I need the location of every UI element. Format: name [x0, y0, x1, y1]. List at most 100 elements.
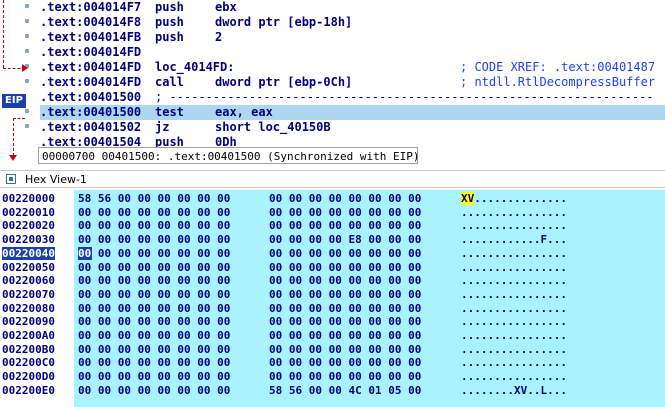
hex-cursor-byte[interactable]: 00 [78, 246, 92, 260]
hex-bytes-low[interactable]: 00 00 00 00 00 00 00 00 [78, 329, 230, 342]
hex-bytes-low[interactable]: 00 00 00 00 00 00 00 00 [78, 261, 230, 274]
ascii-text: ................ [461, 356, 567, 370]
line-operands: dword ptr [ebp-18h] [215, 15, 353, 29]
hex-bytes-low[interactable]: 00 00 00 00 00 00 00 00 [78, 274, 230, 287]
hex-row[interactable]: 002200A0 00 00 00 00 00 00 00 00 00 00 00 … [0, 329, 665, 342]
line-mnemonic: push [155, 0, 184, 14]
hex-row[interactable]: 00220060 00 00 00 00 00 00 00 00 00 00 00 … [0, 274, 665, 287]
hex-ascii[interactable]: ................ [461, 247, 567, 260]
disassembly-line[interactable]: .text:004014FD loc_4014FD: ; CODE XREF: .t… [40, 60, 665, 75]
hex-row[interactable]: 00220090 00 00 00 00 00 00 00 00 00 00 00 … [0, 315, 665, 328]
hex-bytes-low[interactable]: 00 00 00 00 00 00 00 00 [78, 288, 230, 301]
hex-bytes-low[interactable]: 00 00 00 00 00 00 00 00 [78, 384, 230, 397]
hex-ascii[interactable]: ................ [461, 329, 567, 342]
line-address: .text:004014FD [40, 75, 142, 89]
hex-row[interactable]: 00220000 58 56 00 00 00 00 00 00 00 00 00 … [0, 192, 665, 205]
line-marker-dot [25, 79, 29, 83]
hex-bytes-low[interactable]: 00 00 00 00 00 00 00 00 [78, 302, 230, 315]
hex-bytes-low[interactable]: 58 56 00 00 00 00 00 00 [78, 192, 230, 205]
line-operands: short loc_40150B [215, 120, 331, 134]
hex-bytes-high[interactable]: 00 00 00 00 00 00 00 00 [269, 219, 421, 232]
hex-ascii[interactable]: ................ [461, 315, 567, 328]
hex-ascii[interactable]: ................ [461, 356, 567, 369]
disassembly-line[interactable]: .text:004014FD call dword ptr [ebp-0Ch] ; n… [40, 75, 665, 90]
hex-row[interactable]: 002200B0 00 00 00 00 00 00 00 00 00 00 00 … [0, 343, 665, 356]
line-address: .text:004014FB [40, 30, 142, 44]
hex-row[interactable]: 00220030 00 00 00 00 00 00 00 00 00 00 00 … [0, 233, 665, 246]
line-address: .text:00401502 [40, 120, 142, 134]
hex-row-address: 002200B0 [2, 342, 55, 356]
hex-row[interactable]: 002200D0 00 00 00 00 00 00 00 00 00 00 00 … [0, 370, 665, 383]
hex-bytes-high[interactable]: 00 00 00 00 00 00 00 00 [269, 247, 421, 260]
disassembly-line[interactable]: .text:00401502 jz short loc_40150B [40, 120, 665, 135]
line-mnemonic: ; --------------------------------------… [155, 90, 654, 104]
line-comment: ; CODE XREF: .text:00401487 [460, 60, 656, 74]
hex-bytes-high[interactable]: 00 00 00 00 00 00 00 00 [269, 288, 421, 301]
flow-arrow-line [13, 118, 14, 156]
hex-ascii[interactable]: XV.............. [461, 192, 567, 205]
hex-bytes-high[interactable]: 00 00 00 00 00 00 00 00 [269, 192, 421, 205]
hex-ascii[interactable]: ................ [461, 288, 567, 301]
hex-bytes-low[interactable]: 00 00 00 00 00 00 00 00 [78, 343, 230, 356]
hex-bytes-high[interactable]: 00 00 00 00 00 00 00 00 [269, 343, 421, 356]
hex-bytes-high[interactable]: 00 00 00 00 00 00 00 00 [269, 261, 421, 274]
disassembly-view[interactable]: EIP .text:004014F7 push ebx .text:004014F8 p… [0, 0, 665, 168]
disassembly-line[interactable]: .text:00401500 ; ------------------------… [40, 90, 665, 105]
hex-ascii[interactable]: ........XV..L... [461, 384, 567, 397]
hex-view[interactable]: 00220000 58 56 00 00 00 00 00 00 00 00 00 … [0, 190, 665, 407]
ascii-text: .............. [474, 192, 567, 205]
hex-bytes-high[interactable]: 00 00 00 00 00 00 00 00 [269, 356, 421, 369]
hex-ascii[interactable]: ................ [461, 206, 567, 219]
hex-bytes-high[interactable]: 00 00 00 00 00 00 00 00 [269, 206, 421, 219]
hex-bytes-high[interactable]: 00 00 00 00 00 00 00 00 [269, 274, 421, 287]
hex-ascii[interactable]: ............F... [461, 233, 567, 246]
hex-ascii[interactable]: ................ [461, 343, 567, 356]
hex-bytes-low[interactable]: 00 00 00 00 00 00 00 00 [78, 206, 230, 219]
hex-bytes-high[interactable]: 58 56 00 00 4C 01 05 00 [269, 384, 421, 397]
hex-bytes-high[interactable]: 00 00 00 00 E8 00 00 00 [269, 233, 421, 246]
hex-bytes-low[interactable]: 00 00 00 00 00 00 00 00 [78, 370, 230, 383]
hex-bytes-low[interactable]: 00 00 00 00 00 00 00 00 [78, 356, 230, 369]
hex-bytes-low[interactable]: 00 00 00 00 00 00 00 00 [78, 233, 230, 246]
hex-bytes-low[interactable]: 00 00 00 00 00 00 00 00 [78, 247, 230, 260]
hex-row[interactable]: 00220070 00 00 00 00 00 00 00 00 00 00 00 … [0, 288, 665, 301]
line-address: .text:004014F7 [40, 0, 142, 14]
line-operands: dword ptr [ebp-0Ch] [215, 75, 353, 89]
hex-ascii[interactable]: ................ [461, 274, 567, 287]
hex-bytes-low[interactable]: 00 00 00 00 00 00 00 00 [78, 315, 230, 328]
hex-row-address: 00220060 [2, 274, 55, 288]
hex-ascii[interactable]: ................ [461, 370, 567, 383]
hex-view-title: Hex View-1 [25, 173, 87, 186]
disassembly-line-current[interactable]: .text:00401500 test eax, eax [40, 105, 665, 120]
hex-row[interactable]: 00220010 00 00 00 00 00 00 00 00 00 00 00 … [0, 206, 665, 219]
disassembly-gutter[interactable]: EIP [0, 0, 38, 168]
flow-arrow-line [13, 118, 25, 119]
hex-ascii[interactable]: ................ [461, 219, 567, 232]
hex-ascii[interactable]: ................ [461, 261, 567, 274]
hex-view-titlebar[interactable]: Hex View-1 [0, 170, 665, 188]
hex-row[interactable]: 00220050 00 00 00 00 00 00 00 00 00 00 00 … [0, 261, 665, 274]
disassembly-line[interactable]: .text:004014F8 push dword ptr [ebp-18h] [40, 15, 665, 30]
disassembly-line[interactable]: .text:004014FB push 2 [40, 30, 665, 45]
disassembly-line[interactable]: .text:004014F7 push ebx [40, 0, 665, 15]
hex-row[interactable]: 00220040 00 00 00 00 00 00 00 00 00 00 00 … [0, 246, 665, 261]
hex-row[interactable]: 00220080 00 00 00 00 00 00 00 00 00 00 00 … [0, 302, 665, 315]
flow-arrow-line [3, 0, 4, 68]
hex-row[interactable]: 002200E0 00 00 00 00 00 00 00 00 58 56 00 … [0, 384, 665, 397]
ascii-text: ................ [461, 301, 567, 315]
line-address: .text:00401500 [40, 90, 142, 104]
hex-view-window-icon [6, 174, 16, 184]
ascii-text: ................ [461, 205, 567, 219]
hex-row[interactable]: 00220020 00 00 00 00 00 00 00 00 00 00 00 … [0, 219, 665, 232]
disassembly-line[interactable]: .text:004014FD [40, 45, 665, 60]
hex-bytes-high[interactable]: 00 00 00 00 00 00 00 00 [269, 329, 421, 342]
hex-bytes-high[interactable]: 00 00 00 00 00 00 00 00 [269, 370, 421, 383]
hex-row[interactable]: 002200C0 00 00 00 00 00 00 00 00 00 00 00 … [0, 356, 665, 369]
hex-ascii[interactable]: ................ [461, 302, 567, 315]
hex-row-address: 00220050 [2, 260, 55, 274]
hex-bytes-high[interactable]: 00 00 00 00 00 00 00 00 [269, 302, 421, 315]
hex-bytes-high[interactable]: 00 00 00 00 00 00 00 00 [269, 315, 421, 328]
line-mnemonic: test [155, 105, 184, 119]
hex-bytes-low[interactable]: 00 00 00 00 00 00 00 00 [78, 219, 230, 232]
ascii-text: ................ [461, 287, 567, 301]
